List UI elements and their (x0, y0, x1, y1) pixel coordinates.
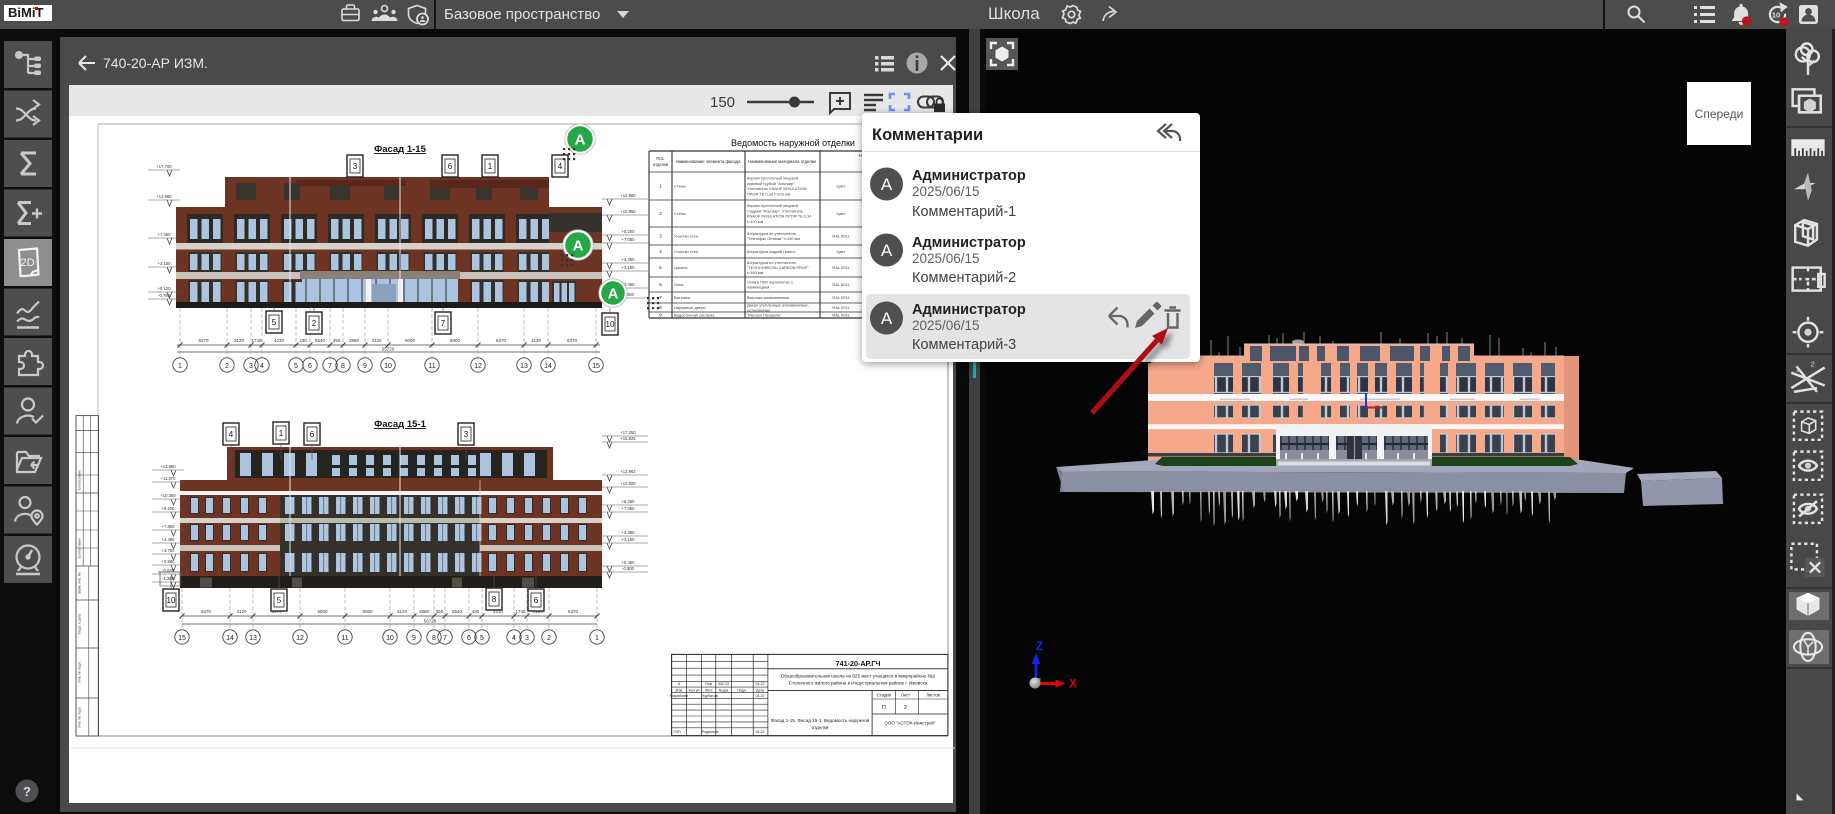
svg-text:Администратор: Администратор (912, 302, 1026, 318)
svg-text:A: A (881, 309, 893, 328)
svg-text:Администратор: Администратор (912, 168, 1026, 184)
svg-text:Администратор: Администратор (912, 235, 1026, 251)
svg-text:2025/06/15: 2025/06/15 (912, 184, 980, 199)
svg-text:1: 1 (1795, 364, 1799, 373)
svg-text:Комментарий-3: Комментарий-3 (912, 337, 1016, 353)
svg-text:A: A (881, 241, 893, 260)
svg-text:Комментарий-1: Комментарий-1 (912, 204, 1016, 220)
svg-text:2025/06/15: 2025/06/15 (912, 318, 980, 333)
svg-text:X: X (1069, 679, 1077, 691)
svg-text:A: A (881, 175, 893, 194)
svg-text:2: 2 (1811, 359, 1815, 368)
svg-text:Комментарий-2: Комментарий-2 (912, 270, 1016, 286)
svg-text:Комментарии: Комментарии (872, 126, 983, 144)
svg-text:2025/06/15: 2025/06/15 (912, 251, 980, 266)
svg-text:Z: Z (1036, 641, 1043, 653)
